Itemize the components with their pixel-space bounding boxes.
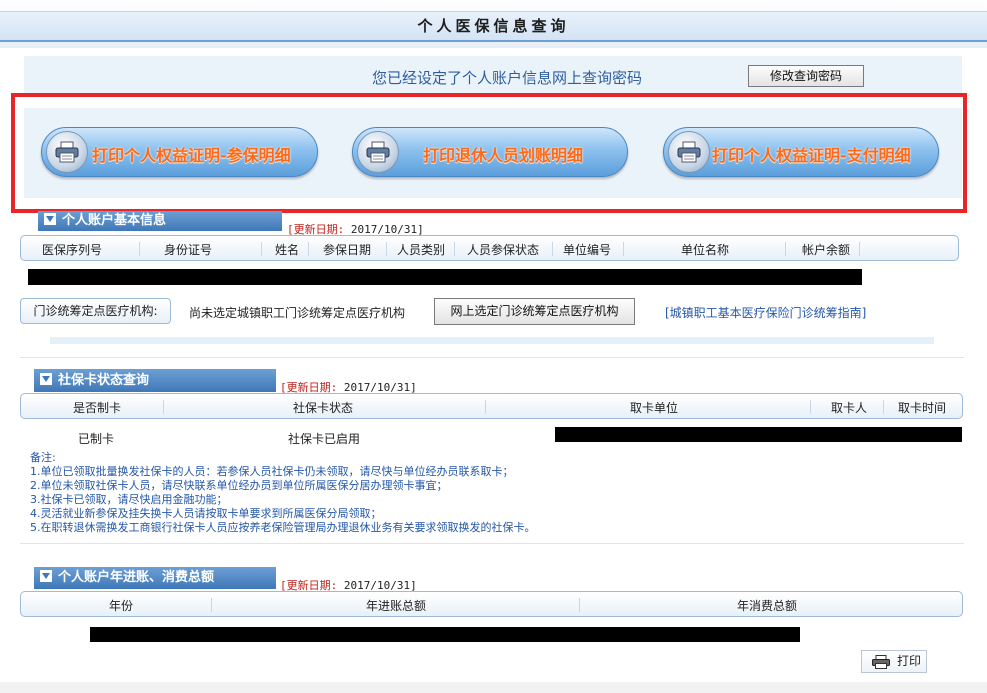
col-header: 社保卡状态	[293, 401, 354, 415]
bottom-bar	[0, 682, 987, 693]
col-header: 单位编号	[563, 243, 612, 257]
printer-icon	[872, 655, 890, 669]
col-header: 是否制卡	[73, 401, 122, 415]
col-header: 医保序列号	[42, 243, 103, 257]
note-item: 5.在职转退休需换发工商银行社保卡人员应按养老保险管理局办理退休业务有关要求领取…	[30, 521, 536, 534]
clinic-guide-link[interactable]: [城镇职工基本医疗保险门诊统筹指南]	[665, 304, 866, 321]
divider	[50, 337, 934, 344]
col-header: 取卡人	[831, 401, 868, 415]
print-label: 打印	[897, 654, 922, 668]
card-made-value: 已制卡	[78, 432, 115, 446]
redacted-row	[90, 627, 800, 642]
clinic-label: 门诊统筹定点医疗机构:	[20, 298, 171, 324]
card-status-table-header: 是否制卡 社保卡状态 取卡单位 取卡人 取卡时间	[20, 393, 963, 419]
col-header: 取卡单位	[630, 401, 679, 415]
card-status-header[interactable]: 社保卡状态查询	[34, 369, 276, 392]
note-item: 3.社保卡已领取，请尽快启用金融功能；	[30, 493, 228, 506]
divider	[20, 543, 964, 544]
divider	[20, 357, 964, 358]
password-message: 您已经设定了个人账户信息网上查询密码	[372, 69, 643, 87]
col-header: 取卡时间	[898, 401, 947, 415]
notes-title: 备注:	[30, 451, 56, 464]
col-header: 年进账总额	[366, 599, 427, 613]
note-item: 2.单位未领取社保卡人员，请尽快联系单位经办员到单位所属医保分居办理领卡事宜；	[30, 479, 448, 492]
basic-info-header[interactable]: 个人账户基本信息	[38, 211, 282, 231]
collapse-icon	[44, 213, 56, 225]
page-title: 个人医保信息查询	[417, 17, 570, 35]
col-header: 身份证号	[164, 243, 213, 257]
redacted-row	[28, 269, 862, 285]
highlight-box	[11, 93, 967, 213]
col-header: 帐户余额	[802, 243, 851, 257]
notes: 备注: 1.单位已领取批量换发社保卡的人员：若参保人员社保卡仍未领取，请尽快与单…	[30, 451, 536, 535]
collapse-icon	[40, 570, 52, 582]
print-button[interactable]: 打印	[861, 650, 927, 673]
title-bar: 个人医保信息查询	[0, 0, 987, 48]
password-bar: 您已经设定了个人账户信息网上查询密码 修改查询密码	[24, 56, 962, 96]
redacted-row	[555, 427, 962, 442]
card-status-value: 社保卡已启用	[288, 432, 361, 446]
select-clinic-button[interactable]: 网上选定门诊统筹定点医疗机构	[434, 298, 635, 325]
change-password-button[interactable]: 修改查询密码	[748, 65, 864, 87]
note-item: 4.灵活就业新参保及挂失换卡人员请按取卡单要求到所属医保分局领取；	[30, 507, 382, 520]
basic-info-table-header: 医保序列号 身份证号 姓名 参保日期 人员类别 人员参保状态 单位编号 单位名称…	[20, 235, 959, 261]
note-item: 1.单位已领取批量换发社保卡的人员：若参保人员社保卡仍未领取，请尽快与单位经办员…	[30, 465, 514, 478]
col-header: 单位名称	[681, 243, 730, 257]
collapse-icon	[40, 373, 52, 385]
clinic-status: 尚未选定城镇职工门诊统筹定点医疗机构	[189, 306, 406, 320]
col-header: 年份	[109, 599, 134, 613]
col-header: 人员类别	[397, 243, 446, 257]
annual-header[interactable]: 个人账户年进账、消费总额	[34, 567, 276, 589]
col-header: 人员参保状态	[467, 243, 540, 257]
annual-table-header: 年份 年进账总额 年消费总额	[20, 591, 963, 617]
col-header: 姓名	[275, 243, 300, 257]
col-header: 参保日期	[323, 243, 372, 257]
col-header: 年消费总额	[737, 599, 798, 613]
